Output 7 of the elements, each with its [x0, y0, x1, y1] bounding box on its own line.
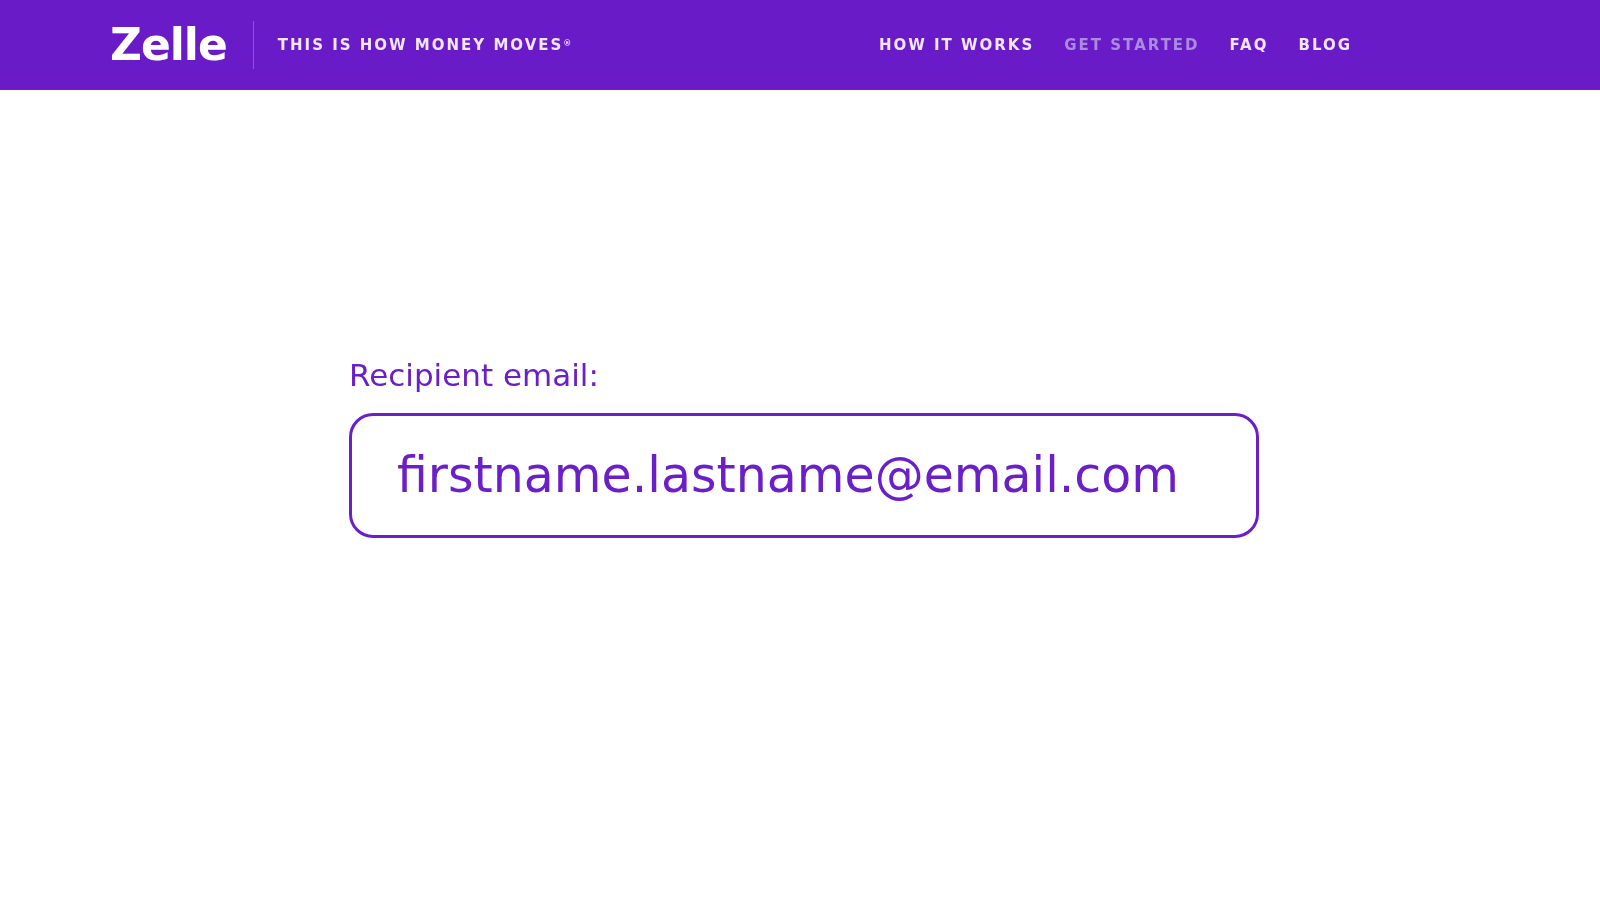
nav-link[interactable]: FAQ	[1229, 33, 1269, 57]
field-label: Recipient email:	[349, 356, 600, 395]
nav-link[interactable]: BLOG	[1298, 33, 1352, 57]
nav-link[interactable]: HOW IT WORKS	[878, 33, 1035, 57]
logo[interactable]: Zelle	[110, 23, 227, 67]
tagline: THIS IS HOW MONEY MOVES$^{®}$	[277, 34, 574, 56]
email-field[interactable]: firstname.lastname@email.com	[349, 412, 1259, 538]
